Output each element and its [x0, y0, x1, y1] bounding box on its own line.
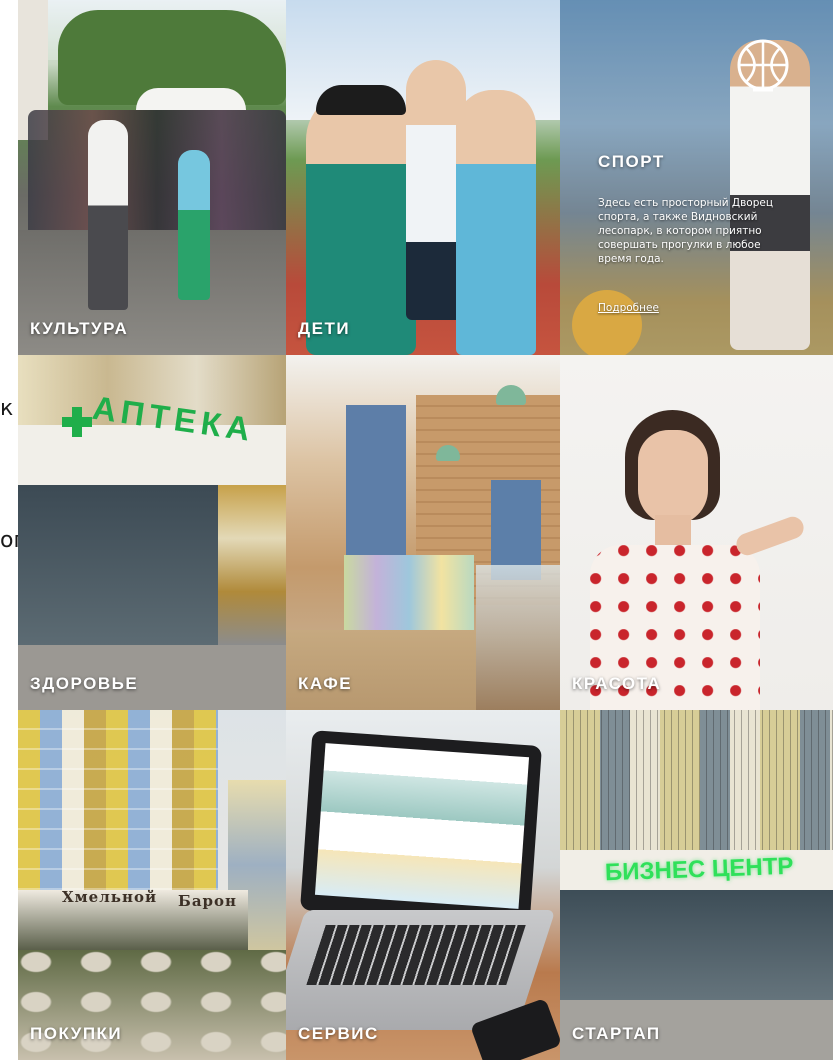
pastel-counter — [344, 555, 474, 630]
basketball-icon — [737, 39, 789, 92]
small-child-figure — [178, 150, 210, 300]
pharmacy-cross-icon — [62, 407, 92, 437]
tile-beauty[interactable]: КРАСОТА — [560, 355, 833, 710]
colored-panels — [218, 485, 286, 645]
woman-face — [638, 430, 708, 525]
tile-shopping[interactable]: ПОКУПКИ — [18, 710, 286, 1060]
tile-culture[interactable]: КУЛЬТУРА — [18, 0, 286, 355]
sport-more-link[interactable]: Подробнее — [598, 302, 659, 314]
storefront-glass — [560, 890, 833, 1000]
sport-description: Здесь есть просторный Дворец спорта, а т… — [598, 197, 773, 265]
tile-cafe[interactable]: КАФЕ — [286, 355, 560, 710]
tile-startup[interactable]: СТАРТАП — [560, 710, 833, 1060]
tile-label: ДЕТИ — [298, 319, 351, 338]
sport-title: СПОРТ — [598, 152, 665, 171]
tile-label: КРАСОТА — [572, 674, 662, 693]
tile-service[interactable]: СЕРВИС — [286, 710, 560, 1060]
tile-label: КУЛЬТУРА — [30, 319, 129, 338]
tile-kids[interactable]: ДЕТИ — [286, 0, 560, 355]
website-on-screen — [314, 743, 530, 909]
tile-sport[interactable]: СПОРТ Здесь есть просторный Дворец спорт… — [560, 0, 833, 355]
tile-label: СТАРТАП — [572, 1024, 661, 1043]
keys — [306, 925, 526, 985]
balcony-rails — [560, 710, 833, 850]
crowd — [28, 110, 286, 240]
shop-sign-2: Барон — [178, 892, 238, 910]
glass-windows — [18, 485, 218, 645]
tent — [136, 88, 246, 110]
tile-label: ЗДОРОВЬЕ — [30, 674, 139, 693]
shop-sign: Хмельной — [62, 888, 158, 906]
display-case — [476, 565, 560, 710]
tile-label: ПОКУПКИ — [30, 1024, 123, 1043]
tile-label: КАФЕ — [298, 674, 353, 693]
facade-rows — [18, 710, 218, 890]
child-figure — [88, 120, 128, 310]
pirate-hat — [316, 85, 406, 115]
kid-figure-2 — [456, 90, 536, 355]
tile-label: СЕРВИС — [298, 1024, 379, 1043]
stray-text-fragment-a: к — [0, 396, 14, 421]
lamp — [496, 385, 526, 405]
pointing-arm — [733, 513, 807, 559]
girl-figure — [306, 90, 416, 355]
ball — [572, 290, 642, 355]
